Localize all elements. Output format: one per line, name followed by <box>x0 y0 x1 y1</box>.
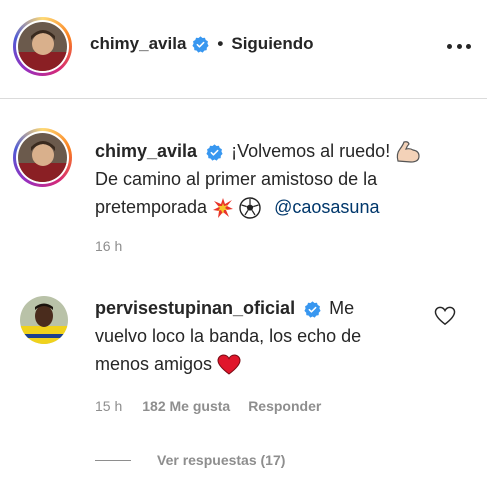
header-username[interactable]: chimy_avila <box>90 33 186 55</box>
soccer-ball-icon <box>239 197 261 219</box>
comment-text-a: Me <box>329 298 355 318</box>
post-caption: chimy_avila ¡Volvemos al ruedo! De camin… <box>95 137 465 221</box>
commenter-photo-icon <box>20 296 68 344</box>
like-comment-heart-icon[interactable] <box>434 306 456 326</box>
caption-line3: pretemporada <box>95 197 208 217</box>
caption-line2: De camino al primer amistoso de la <box>95 169 378 189</box>
caption-author-avatar[interactable] <box>13 128 72 187</box>
caption-username[interactable]: chimy_avila <box>95 141 197 161</box>
mention-link[interactable]: @caosasuna <box>274 197 379 217</box>
comment-text-c: menos amigos <box>95 354 213 374</box>
caption-line1: ¡Volvemos al ruedo! <box>231 141 391 161</box>
comment-meta: 15 h 182 Me gusta Responder <box>95 398 321 414</box>
verified-badge-icon <box>206 144 223 161</box>
commenter-avatar[interactable] <box>20 296 68 344</box>
verified-badge-icon <box>304 301 321 318</box>
comment-text-b: vuelvo loco la banda, los echo de <box>95 326 362 346</box>
post-header: chimy_avila • Siguiendo <box>0 0 487 99</box>
flexed-biceps-icon <box>396 141 420 163</box>
author-avatar[interactable] <box>13 17 72 76</box>
replies-divider <box>95 459 131 461</box>
caption-author-photo-icon <box>18 133 67 182</box>
comment-body: pervisestupinan_oficial Me vuelvo loco l… <box>95 294 415 378</box>
header-separator: • <box>217 34 224 53</box>
author-photo-icon <box>18 22 67 71</box>
collision-icon <box>213 198 234 219</box>
comment-username[interactable]: pervisestupinan_oficial <box>95 298 295 318</box>
verified-badge-icon <box>192 35 209 53</box>
red-heart-icon <box>217 354 241 375</box>
more-options-icon[interactable] <box>447 36 471 56</box>
caption-timestamp[interactable]: 16 h <box>95 238 122 254</box>
follow-button[interactable]: Siguiendo <box>231 33 313 55</box>
comment-likes-count[interactable]: 182 Me gusta <box>142 398 230 414</box>
view-replies-button[interactable]: Ver respuestas (17) <box>95 450 285 470</box>
comment-timestamp[interactable]: 15 h <box>95 398 122 414</box>
view-replies-label[interactable]: Ver respuestas (17) <box>157 452 285 468</box>
reply-button[interactable]: Responder <box>248 398 321 414</box>
